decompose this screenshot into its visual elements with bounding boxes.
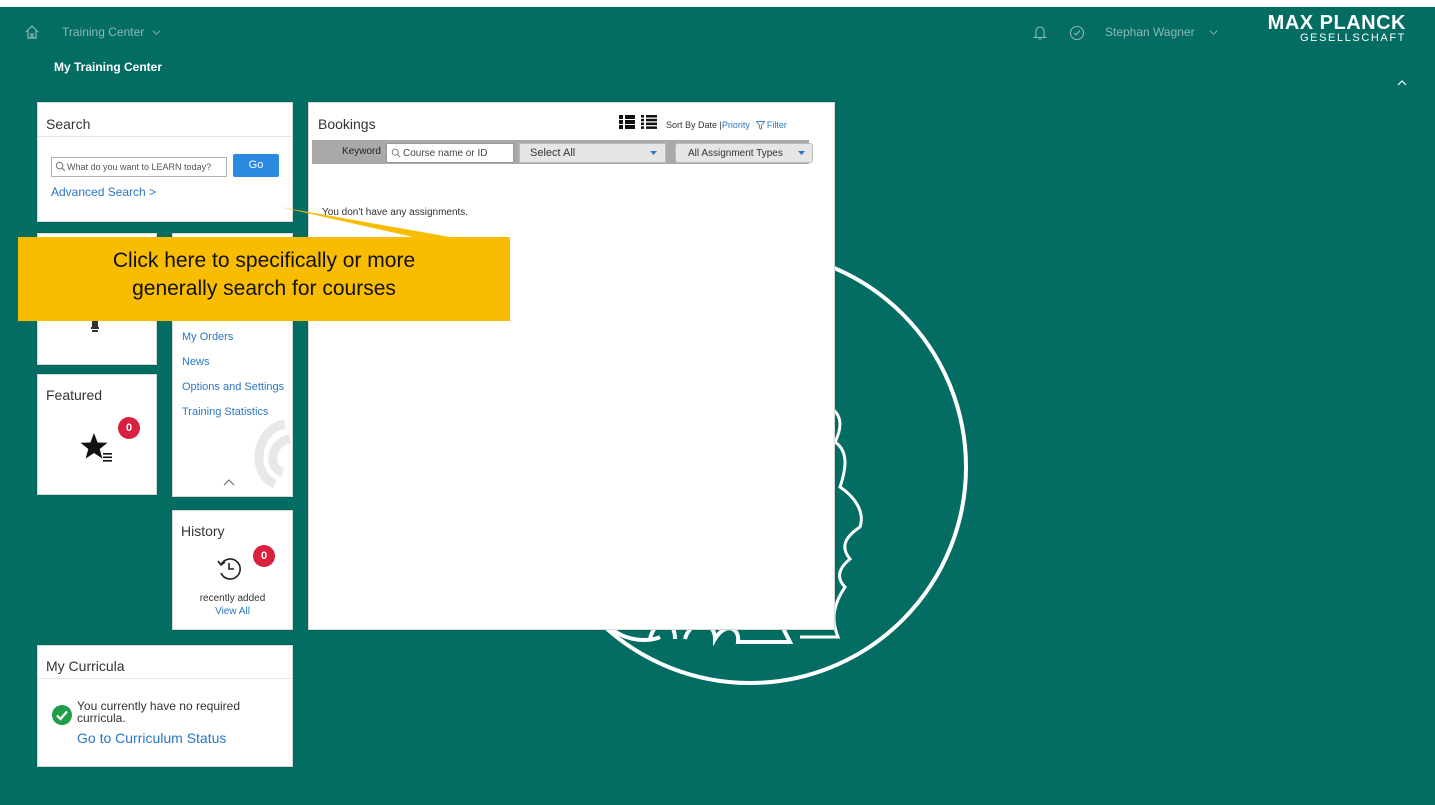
filter-link[interactable]: Filter — [767, 120, 787, 130]
search-field[interactable] — [51, 157, 227, 177]
search-icon — [391, 148, 401, 158]
curricula-message: You currently have no required curricula… — [77, 699, 240, 725]
status-select-value: Select All — [530, 147, 576, 159]
user-menu[interactable]: Stephan Wagner — [1105, 25, 1218, 39]
notifications-bell-icon[interactable] — [1033, 25, 1047, 41]
success-check-icon — [52, 705, 72, 725]
top-bar: Training Center Stephan Wagner MAX PLANC… — [0, 7, 1435, 57]
chevron-up-icon[interactable] — [223, 478, 235, 486]
chevron-up-icon[interactable] — [1396, 78, 1408, 88]
caret-down-icon — [650, 151, 657, 155]
caret-down-icon — [798, 151, 805, 155]
history-recent-label: recently added — [199, 593, 266, 604]
sort-by-date[interactable]: Sort By Date | — [666, 120, 722, 130]
curricula-tile-title: My Curricula — [46, 658, 125, 674]
search-icon — [55, 161, 66, 172]
compact-list-view-icon[interactable] — [641, 115, 657, 129]
history-view-all-link[interactable]: View All — [173, 606, 292, 617]
assignment-type-select[interactable]: All Assignment Types — [675, 143, 813, 163]
bookings-tile: Bookings Sort By Date | Priority Filter … — [308, 102, 835, 630]
logo-sub-text: GESELLSCHAFT — [1299, 32, 1406, 44]
logo-main-text: MAX PLANCK — [1267, 12, 1406, 34]
search-input[interactable] — [67, 158, 223, 176]
chevron-down-icon — [152, 29, 161, 35]
status-select[interactable]: Select All — [519, 143, 666, 163]
app-switcher-menu[interactable]: Training Center — [62, 25, 161, 39]
plug-icon — [91, 321, 99, 332]
sort-controls: Sort By Date | Priority Filter — [666, 120, 787, 130]
history-clock-icon — [217, 558, 241, 580]
featured-tile[interactable]: Featured 0 — [37, 374, 157, 495]
featured-tile-title: Featured — [46, 387, 103, 403]
featured-count-badge: 0 — [118, 417, 140, 439]
approvals-check-icon[interactable] — [1069, 25, 1085, 41]
link-my-orders[interactable]: My Orders — [182, 331, 233, 343]
my-curricula-tile: My Curricula You currently have no requi… — [37, 645, 293, 767]
tutorial-callout: Click here to specifically or more gener… — [18, 207, 510, 321]
link-options-settings[interactable]: Options and Settings — [182, 381, 284, 393]
callout-line-2: generally search for courses — [132, 277, 396, 300]
page-title: My Training Center — [54, 60, 163, 74]
history-tile-title: History — [181, 523, 225, 539]
user-name: Stephan Wagner — [1105, 25, 1195, 39]
search-tile: Search Go Advanced Search > — [37, 102, 293, 222]
detailed-list-view-icon[interactable] — [619, 115, 635, 129]
divider — [38, 136, 292, 137]
tile-watermark — [254, 419, 292, 489]
keyword-label: Keyword — [342, 146, 381, 157]
chevron-down-icon — [1209, 29, 1218, 35]
assignment-type-value: All Assignment Types — [688, 148, 783, 159]
filter-icon[interactable] — [755, 120, 765, 130]
link-news[interactable]: News — [182, 356, 210, 368]
home-icon[interactable] — [24, 24, 40, 40]
go-button[interactable]: Go — [233, 154, 279, 177]
advanced-search-link[interactable]: Advanced Search > — [51, 185, 156, 199]
curriculum-status-link[interactable]: Go to Curriculum Status — [77, 730, 226, 746]
keyword-input[interactable] — [403, 144, 511, 162]
app-name: Training Center — [62, 25, 145, 39]
history-tile[interactable]: History 0 recently added View All — [172, 510, 293, 630]
page-background: Training Center Stephan Wagner MAX PLANC… — [0, 7, 1435, 805]
bookings-tile-title: Bookings — [318, 116, 376, 132]
history-count-badge: 0 — [253, 545, 275, 567]
featured-star-icon — [80, 433, 112, 462]
sort-by-priority[interactable]: Priority — [722, 120, 750, 130]
keyword-field[interactable] — [386, 143, 514, 163]
bookings-filter-bar: Keyword Select All All Assignment Types — [312, 140, 813, 164]
callout-text: Click here to specifically or more gener… — [18, 247, 510, 303]
max-planck-logo: MAX PLANCK GESELLSCHAFT — [1264, 13, 1406, 44]
search-tile-title: Search — [46, 116, 91, 132]
divider — [38, 678, 292, 679]
callout-line-1: Click here to specifically or more — [112, 249, 416, 272]
